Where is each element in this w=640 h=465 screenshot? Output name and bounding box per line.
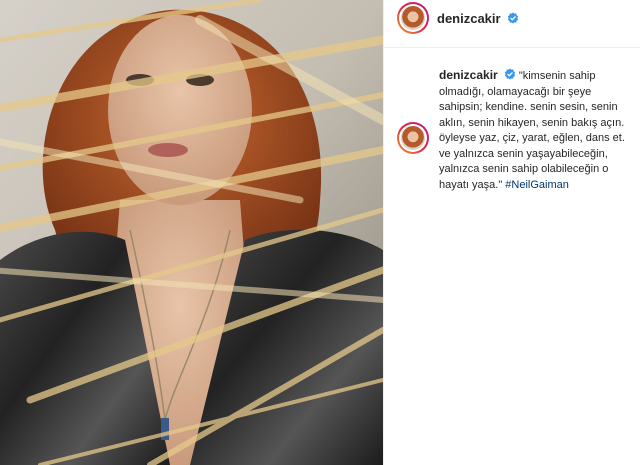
header-username[interactable]: denizcakir — [437, 11, 501, 26]
caption-avatar[interactable] — [397, 122, 429, 154]
caption-text-block: denizcakir "kimsenin sahip olmadığı, ola… — [439, 68, 629, 193]
avatar[interactable] — [397, 2, 429, 34]
avatar-image — [401, 126, 425, 150]
portrait-image — [0, 0, 383, 465]
avatar-image — [401, 6, 425, 30]
header-username-row: denizcakir — [437, 11, 519, 26]
post-header: denizcakir — [384, 0, 640, 48]
post-photo[interactable] — [0, 0, 383, 465]
verified-badge-icon — [504, 68, 515, 80]
caption-body: "kimsenin sahip olmadığı, olamayacağı bi… — [439, 70, 625, 191]
instagram-post: denizcakir denizcakir "kimsenin sahip ol… — [0, 0, 640, 465]
caption-hashtag[interactable]: #NeilGaiman — [505, 179, 569, 191]
caption-username[interactable]: denizcakir — [439, 68, 498, 82]
post-side-panel: denizcakir denizcakir "kimsenin sahip ol… — [383, 0, 640, 465]
verified-badge-icon — [508, 12, 519, 24]
